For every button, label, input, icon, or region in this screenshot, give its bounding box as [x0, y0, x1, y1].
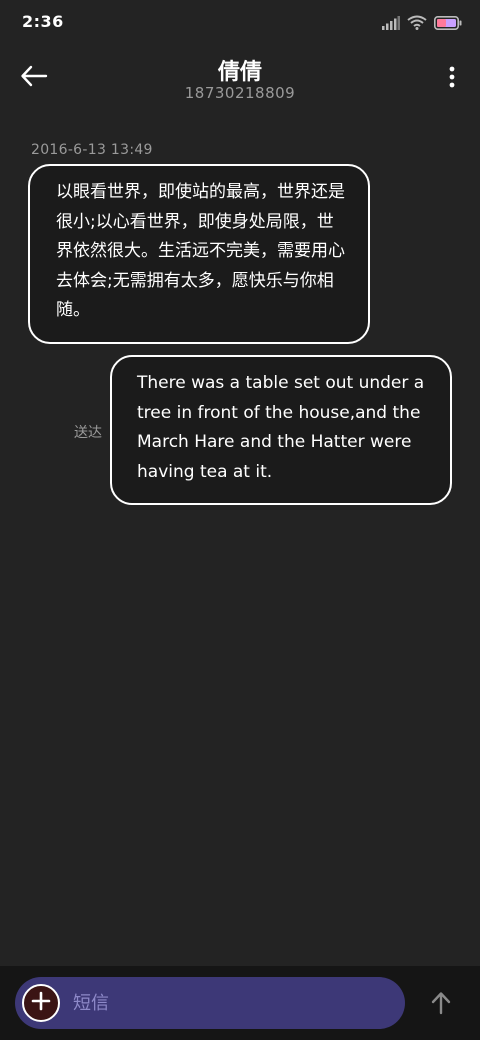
message-timestamp: 2016-6-13 13:49 — [31, 142, 153, 158]
message-input[interactable] — [73, 989, 393, 1017]
wifi-icon — [407, 15, 427, 30]
battery-icon — [434, 16, 462, 30]
signal-icon — [382, 16, 400, 30]
more-vertical-icon — [449, 66, 455, 92]
composer-bar — [0, 966, 480, 1040]
outgoing-message-bubble[interactable]: There was a table set out under a tree i… — [110, 355, 452, 505]
compose-field — [15, 977, 405, 1029]
conversation-header: 倩倩 18730218809 — [0, 44, 480, 112]
status-icons — [382, 12, 462, 30]
add-attachment-button[interactable] — [22, 984, 60, 1022]
send-arrow-icon — [431, 991, 451, 1019]
send-button[interactable] — [426, 990, 456, 1020]
delivery-status: 送达 — [74, 425, 102, 441]
status-bar: 2:36 — [0, 0, 480, 44]
incoming-message-bubble[interactable]: 以眼看世界，即使站的最高，世界还是很小;以心看世界，即使身处局限，世界依然很大。… — [28, 164, 370, 344]
messaging-screen: 2:36 倩倩 18730218809 2016-6-13 13:49 以眼看世… — [0, 0, 480, 1040]
status-time: 2:36 — [22, 12, 64, 31]
contact-name: 倩倩 — [217, 60, 262, 85]
contact-number: 18730218809 — [184, 84, 296, 102]
message-text: 以眼看世界，即使站的最高，世界还是很小;以心看世界，即使身处局限，世界依然很大。… — [56, 182, 345, 320]
more-options-button[interactable] — [442, 64, 462, 94]
plus-icon — [31, 991, 51, 1015]
message-text: There was a table set out under a tree i… — [137, 373, 425, 482]
